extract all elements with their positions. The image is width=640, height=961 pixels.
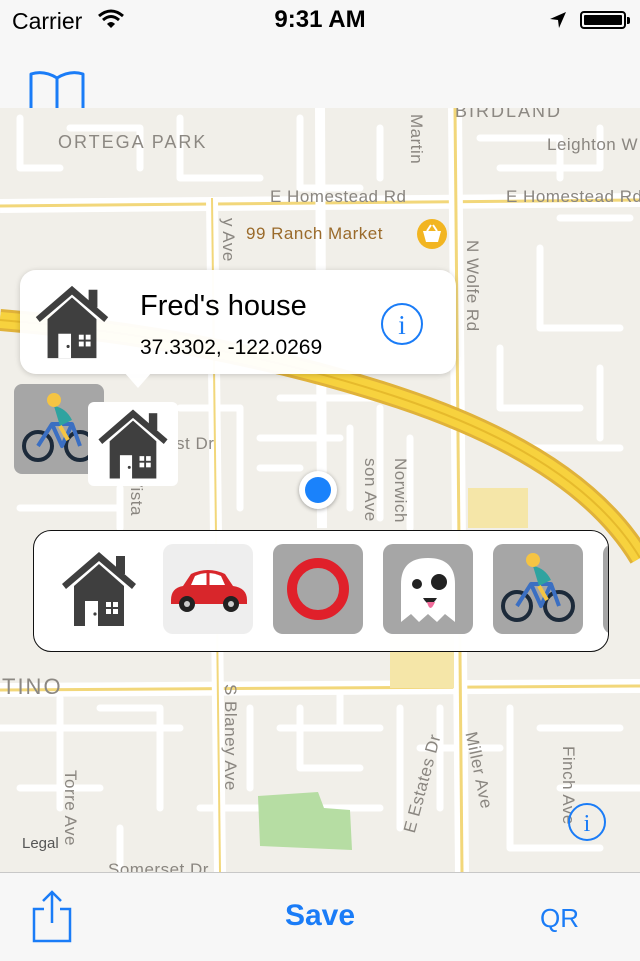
icon-tile-red-ring[interactable] [273, 544, 363, 634]
map-label-wolfe: N Wolfe Rd [463, 240, 482, 332]
shopping-basket-icon [417, 219, 447, 249]
map-label-tino: TINO [2, 674, 63, 699]
location-arrow-icon [550, 12, 566, 28]
icon-picker[interactable] [33, 530, 609, 652]
bottom-toolbar: Save QR [0, 872, 640, 961]
callout-title: Fred's house [140, 290, 307, 322]
icon-tile-car[interactable] [163, 544, 253, 634]
navigation-bar [0, 40, 640, 120]
legal-link[interactable]: Legal [22, 835, 59, 852]
icon-tile-more[interactable] [603, 544, 608, 634]
user-location-dot [299, 471, 337, 509]
map-label-martin: Martin [407, 114, 426, 165]
battery-icon [580, 11, 630, 29]
icon-tile-bicycle[interactable] [493, 544, 583, 634]
map-label-ortega-park: ORTEGA PARK [58, 132, 208, 152]
qr-button[interactable]: QR [540, 903, 579, 934]
share-icon[interactable] [30, 889, 74, 943]
map-label-somerset: Somerset Dr [108, 860, 209, 872]
map-label-son-ave: son Ave [361, 458, 380, 522]
clock: 9:31 AM [274, 6, 366, 33]
map-label-ranch-market: 99 Ranch Market [246, 224, 383, 243]
icon-tile-house[interactable] [54, 544, 144, 634]
svg-text:i: i [584, 811, 591, 837]
map-label-s-blaney: S Blaney Ave [221, 684, 240, 791]
house-icon [35, 285, 109, 359]
map-label-norwich: Norwich [391, 458, 410, 523]
callout-coordinates: 37.3302, -122.0269 [140, 336, 323, 359]
house-icon [62, 552, 136, 626]
pin-callout[interactable]: Fred's house 37.3302, -122.0269 i [20, 270, 456, 388]
info-icon[interactable]: i [567, 802, 607, 842]
house-icon [98, 409, 168, 479]
map-pin-house[interactable] [88, 402, 178, 486]
status-bar: Carrier 9:31 AM [0, 0, 640, 40]
red-ring-icon [287, 558, 349, 620]
map-label-blaney-top: y Ave [219, 218, 238, 262]
map-label-leighton: Leighton W [547, 135, 638, 154]
icon-tile-ghost[interactable] [383, 544, 473, 634]
map-label-torre: Torre Ave [61, 770, 80, 847]
map-label-birdland: BIRDLAND [455, 108, 563, 121]
map-label-st-dr: st Dr [176, 434, 215, 453]
map-view[interactable]: BIRDLAND ORTEGA PARK Leighton W E Homest… [0, 108, 640, 872]
map-label-homestead-right: E Homestead Rd [506, 187, 640, 206]
map-label-homestead-left: E Homestead Rd [270, 187, 407, 206]
info-icon[interactable]: i [380, 302, 424, 346]
car-icon [171, 570, 247, 612]
bicycle-icon [501, 551, 575, 622]
svg-text:i: i [398, 310, 406, 340]
ghost-icon [401, 558, 455, 622]
save-button[interactable]: Save [285, 899, 355, 932]
